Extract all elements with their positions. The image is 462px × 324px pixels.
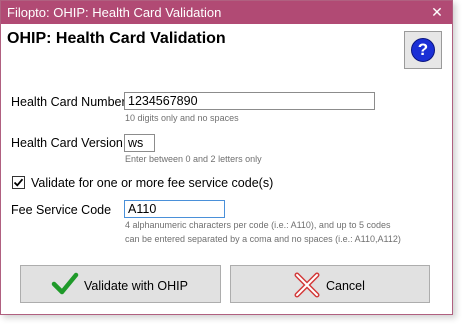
card-version-label: Health Card Version (11, 136, 123, 150)
cancel-button[interactable]: Cancel (230, 265, 430, 303)
close-button[interactable]: ✕ (422, 1, 452, 24)
help-icon: ? (411, 38, 435, 62)
window-title: Filopto: OHIP: Health Card Validation (7, 5, 222, 20)
card-number-field[interactable] (124, 92, 375, 110)
close-icon: ✕ (431, 4, 443, 20)
fee-service-checkbox[interactable] (12, 176, 25, 189)
fee-service-checkbox-label: Validate for one or more fee service cod… (31, 176, 274, 190)
cancel-button-label: Cancel (326, 279, 365, 293)
help-button[interactable]: ? (404, 31, 442, 69)
fee-code-hint-line2: can be entered separated by a coma and n… (125, 234, 401, 244)
fee-code-field[interactable] (124, 200, 225, 218)
dialog-window: Filopto: OHIP: Health Card Validation ✕ … (0, 0, 453, 315)
validate-button[interactable]: Validate with OHIP (20, 265, 221, 303)
card-number-hint: 10 digits only and no spaces (125, 113, 239, 123)
card-number-label: Health Card Number (11, 95, 126, 109)
page-title: OHIP: Health Card Validation (7, 30, 226, 47)
checkmark-icon (13, 178, 24, 187)
fee-code-label: Fee Service Code (11, 203, 112, 217)
fee-code-hint-line1: 4 alphanumeric characters per code (i.e.… (125, 220, 391, 230)
card-version-field[interactable] (124, 134, 155, 152)
check-icon (51, 272, 79, 295)
title-bar[interactable]: Filopto: OHIP: Health Card Validation ✕ (1, 1, 452, 24)
cancel-x-icon (294, 272, 320, 298)
validate-button-label: Validate with OHIP (84, 279, 188, 293)
card-version-hint: Enter between 0 and 2 letters only (125, 154, 262, 164)
